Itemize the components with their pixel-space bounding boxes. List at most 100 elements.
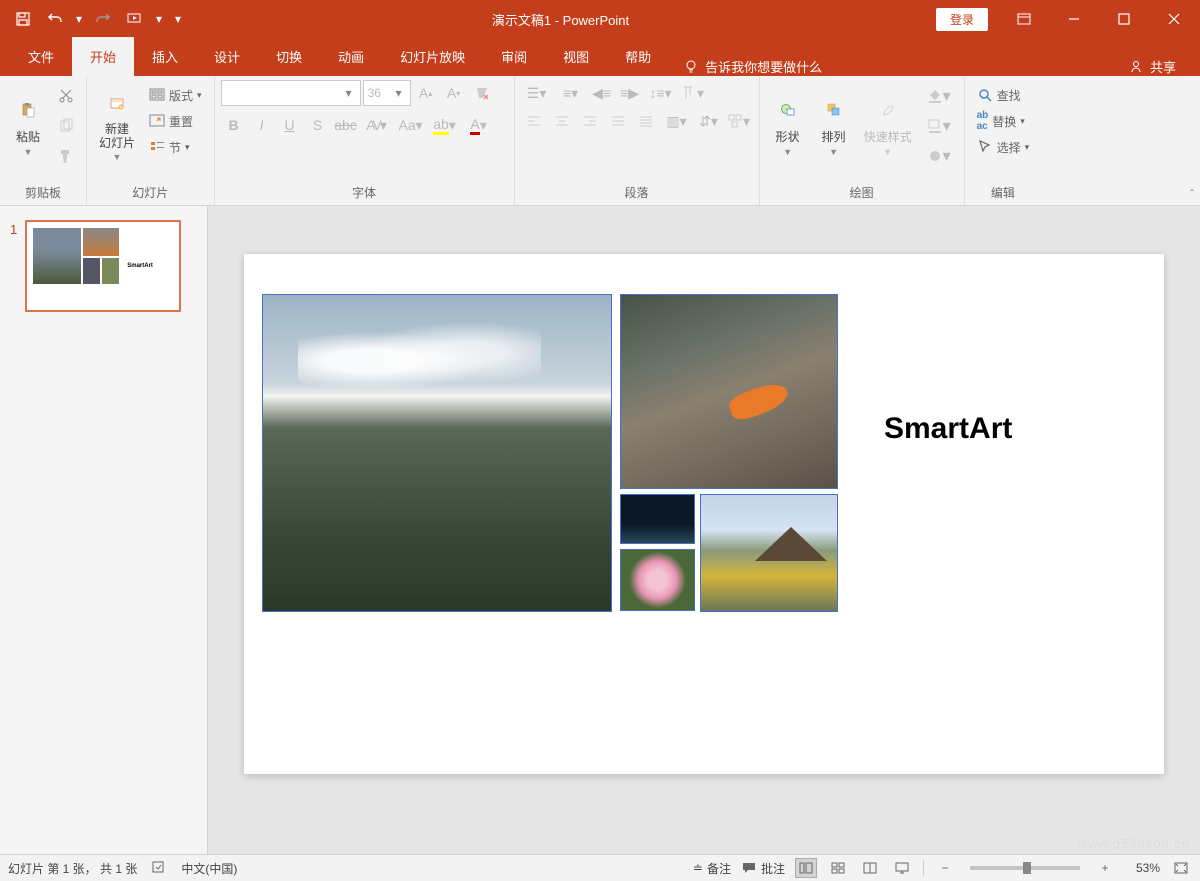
normal-view-button[interactable] bbox=[795, 858, 817, 878]
picture-night[interactable] bbox=[620, 494, 695, 544]
font-highlight-button[interactable]: ab▾ bbox=[429, 112, 461, 138]
picture-mountain[interactable] bbox=[262, 294, 612, 612]
thumbnail-slide-1[interactable]: SmartArt bbox=[25, 220, 181, 312]
slide[interactable]: SmartArt bbox=[244, 254, 1164, 774]
cut-button[interactable] bbox=[54, 82, 78, 110]
tell-me-search[interactable]: 告诉我你想要做什么 bbox=[669, 57, 836, 76]
tab-review[interactable]: 审阅 bbox=[483, 37, 545, 76]
reading-view-button[interactable] bbox=[859, 858, 881, 878]
redo-button[interactable] bbox=[88, 4, 118, 34]
arrange-button[interactable]: 排列▼ bbox=[812, 80, 856, 170]
picture-village[interactable] bbox=[700, 494, 838, 612]
language-button[interactable]: 中文(中国) bbox=[181, 860, 237, 877]
new-slide-button[interactable]: 新建 幻灯片 ▼ bbox=[93, 80, 141, 170]
tab-animations[interactable]: 动画 bbox=[320, 37, 382, 76]
tab-file[interactable]: 文件 bbox=[10, 37, 72, 76]
shape-effects-button[interactable]: ▾ bbox=[922, 142, 956, 170]
share-icon bbox=[1128, 59, 1144, 75]
font-color-button[interactable]: A▾ bbox=[463, 112, 495, 138]
spellcheck-button[interactable] bbox=[151, 859, 167, 878]
fit-to-window-button[interactable] bbox=[1170, 858, 1192, 878]
shadow-button[interactable]: S bbox=[305, 112, 331, 138]
shapes-button[interactable]: 形状▼ bbox=[766, 80, 810, 170]
align-right-button[interactable] bbox=[577, 108, 603, 134]
login-button[interactable]: 登录 bbox=[936, 8, 988, 31]
copy-button[interactable] bbox=[54, 112, 78, 140]
align-text-button[interactable]: ⇵▾ bbox=[695, 108, 723, 134]
select-button[interactable]: 选择 ▾ bbox=[973, 134, 1034, 160]
slide-counter[interactable]: 幻灯片 第 1 张， 共 1 张 bbox=[8, 860, 137, 877]
smartart-text[interactable]: SmartArt bbox=[884, 412, 1012, 446]
numbering-button[interactable]: ≡▾ bbox=[555, 80, 587, 106]
layout-button[interactable]: 版式 ▾ bbox=[145, 82, 206, 108]
tab-insert[interactable]: 插入 bbox=[134, 37, 196, 76]
picture-koi[interactable] bbox=[620, 294, 838, 489]
decrease-font-button[interactable]: A▾ bbox=[441, 80, 467, 106]
slide-sorter-view-button[interactable] bbox=[827, 858, 849, 878]
tab-help[interactable]: 帮助 bbox=[607, 37, 669, 76]
tab-view[interactable]: 视图 bbox=[545, 37, 607, 76]
change-case-button[interactable]: Aa▾ bbox=[395, 112, 427, 138]
replace-button[interactable]: abac替换 ▾ bbox=[973, 108, 1034, 134]
text-direction-button[interactable]: ▾ bbox=[679, 80, 707, 106]
zoom-out-button[interactable]: − bbox=[934, 858, 956, 878]
distributed-button[interactable] bbox=[633, 108, 659, 134]
italic-button[interactable]: I bbox=[249, 112, 275, 138]
bullets-button[interactable]: ☰▾ bbox=[521, 80, 553, 106]
notes-button[interactable]: ≐ 备注 bbox=[693, 860, 731, 877]
decrease-indent-button[interactable]: ◀≡ bbox=[589, 80, 615, 106]
minimize-button[interactable] bbox=[1050, 0, 1098, 38]
tab-design[interactable]: 设计 bbox=[196, 37, 258, 76]
clear-format-icon bbox=[474, 85, 490, 101]
increase-indent-button[interactable]: ≡▶ bbox=[617, 80, 643, 106]
share-button[interactable]: 共享 bbox=[1128, 57, 1200, 76]
slideshow-dropdown[interactable]: ▾ bbox=[152, 4, 166, 34]
paste-button[interactable]: 粘贴 ▼ bbox=[6, 80, 50, 170]
undo-button[interactable] bbox=[40, 4, 70, 34]
shape-outline-button[interactable]: ▾ bbox=[922, 112, 956, 140]
new-slide-icon bbox=[101, 88, 133, 120]
char-spacing-button[interactable]: AV▾ bbox=[361, 112, 393, 138]
picture-flower[interactable] bbox=[620, 549, 695, 611]
ribbon-display-options-button[interactable] bbox=[1000, 0, 1048, 38]
customize-qat-button[interactable]: ▾ bbox=[171, 4, 185, 34]
undo-dropdown[interactable]: ▾ bbox=[72, 4, 86, 34]
quick-styles-button[interactable]: 快速样式▼ bbox=[858, 80, 918, 170]
tab-transitions[interactable]: 切换 bbox=[258, 37, 320, 76]
start-from-beginning-button[interactable] bbox=[120, 4, 150, 34]
close-button[interactable] bbox=[1150, 0, 1198, 38]
slide-canvas-area[interactable]: SmartArt bbox=[208, 206, 1200, 854]
justify-button[interactable] bbox=[605, 108, 631, 134]
align-center-button[interactable] bbox=[549, 108, 575, 134]
zoom-slider[interactable] bbox=[970, 866, 1080, 870]
zoom-level[interactable]: 53% bbox=[1126, 861, 1160, 875]
align-left-button[interactable] bbox=[521, 108, 547, 134]
zoom-in-button[interactable]: + bbox=[1094, 858, 1116, 878]
columns-button[interactable]: ▥▾ bbox=[661, 108, 693, 134]
format-painter-button[interactable] bbox=[54, 142, 78, 170]
slide-thumbnail-pane[interactable]: 1 SmartArt bbox=[0, 206, 208, 854]
font-family-combo[interactable]: ▾ bbox=[221, 80, 361, 106]
reset-button[interactable]: 重置 bbox=[145, 108, 206, 134]
tab-home[interactable]: 开始 bbox=[72, 37, 134, 76]
bold-button[interactable]: B bbox=[221, 112, 247, 138]
font-size-combo[interactable]: 36▾ bbox=[363, 80, 411, 106]
strikethrough-button[interactable]: abc bbox=[333, 112, 359, 138]
reset-icon bbox=[149, 113, 165, 129]
increase-font-button[interactable]: A▴ bbox=[413, 80, 439, 106]
underline-button[interactable]: U bbox=[277, 112, 303, 138]
thumbnail-item[interactable]: 1 SmartArt bbox=[10, 220, 197, 312]
maximize-button[interactable] bbox=[1100, 0, 1148, 38]
arrange-icon bbox=[818, 94, 850, 126]
slideshow-view-button[interactable] bbox=[891, 858, 913, 878]
shape-fill-button[interactable]: ▾ bbox=[922, 82, 956, 110]
section-button[interactable]: 节 ▾ bbox=[145, 134, 206, 160]
find-button[interactable]: 查找 bbox=[973, 82, 1034, 108]
tab-slideshow[interactable]: 幻灯片放映 bbox=[382, 37, 483, 76]
convert-smartart-button[interactable]: ▾ bbox=[725, 108, 753, 134]
save-button[interactable] bbox=[8, 4, 38, 34]
collapse-ribbon-button[interactable]: ˆ bbox=[1190, 187, 1194, 201]
clear-formatting-button[interactable] bbox=[469, 80, 495, 106]
comments-button[interactable]: 批注 bbox=[741, 860, 785, 877]
line-spacing-button[interactable]: ↕≡▾ bbox=[645, 80, 677, 106]
